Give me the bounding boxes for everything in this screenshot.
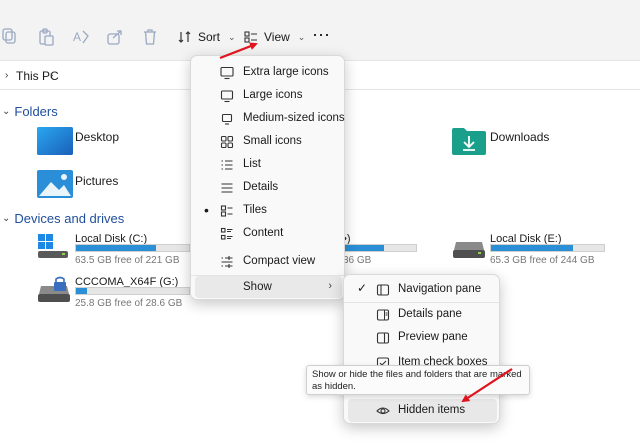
annotation-arrow-view	[219, 42, 258, 60]
annotation-arrows	[219, 42, 513, 403]
annotation-arrow-hidden-items	[461, 368, 513, 403]
